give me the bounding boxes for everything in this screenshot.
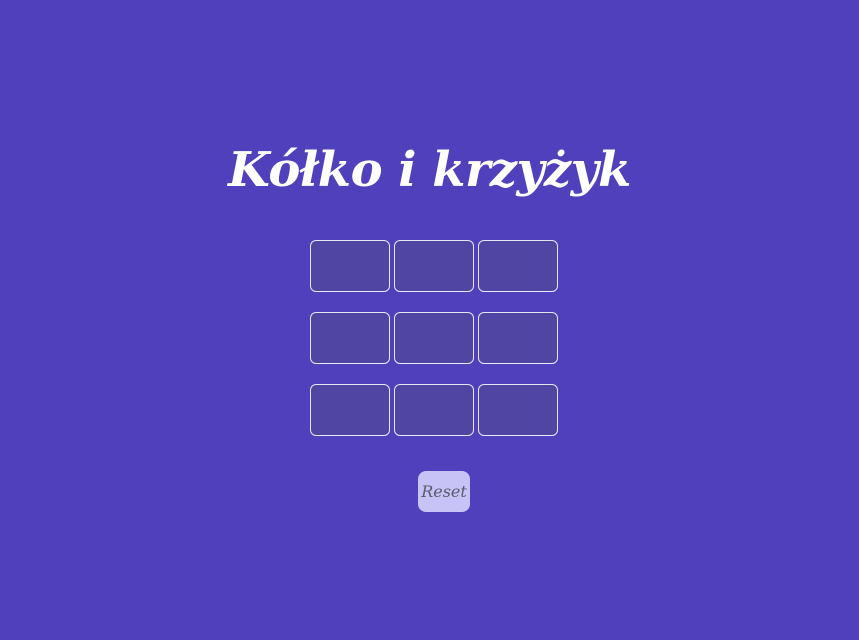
- board-cell-1-1[interactable]: [310, 240, 390, 292]
- board-row-3: [310, 384, 558, 436]
- board-cell-1-2[interactable]: [394, 240, 474, 292]
- board-cell-2-3[interactable]: [478, 312, 558, 364]
- board-cell-1-3[interactable]: [478, 240, 558, 292]
- board-cell-3-3[interactable]: [478, 384, 558, 436]
- page-title: Kółko i krzyżyk: [228, 142, 631, 198]
- board-cell-2-1[interactable]: [310, 312, 390, 364]
- board-cell-3-2[interactable]: [394, 384, 474, 436]
- board-cell-3-1[interactable]: [310, 384, 390, 436]
- reset-button[interactable]: Reset: [418, 471, 470, 512]
- board-cell-2-2[interactable]: [394, 312, 474, 364]
- board-row-2: [310, 312, 558, 364]
- game-board: [310, 240, 558, 456]
- board-row-1: [310, 240, 558, 292]
